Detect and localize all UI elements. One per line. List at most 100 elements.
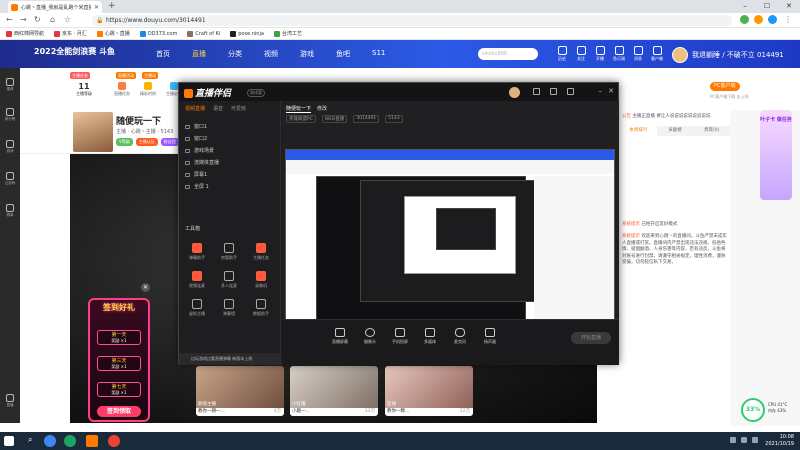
taskbar-clock[interactable]: 10:08 2021/10/19 <box>765 434 794 448</box>
bookmark-item[interactable]: 心跳丶直播 <box>96 30 130 37</box>
search-icon[interactable]: ⌕ <box>28 435 32 445</box>
tool-data[interactable]: 数据助手 <box>247 299 275 317</box>
tab-contribution[interactable]: 贡献榜 <box>656 126 694 136</box>
companion-taskbar-icon[interactable] <box>86 435 98 447</box>
scene-item[interactable]: 窗口2 <box>185 135 207 142</box>
bookmark-item[interactable]: DD373.com <box>139 30 177 37</box>
minimize-icon[interactable]: – <box>599 87 603 95</box>
bookmark-item[interactable]: Craft of Ki <box>187 30 220 37</box>
share-icon[interactable] <box>533 88 540 95</box>
home-icon[interactable]: ⌂ <box>50 15 55 24</box>
tool-task[interactable]: 主播任务 <box>247 243 275 261</box>
username[interactable]: 我退躺睡 / 不破不立 014491 <box>692 50 784 60</box>
mail-icon[interactable] <box>567 88 574 95</box>
camera-button[interactable]: 摄像头 <box>356 328 384 345</box>
recommended-stream[interactable]: 在线 教你一颗... 22万 <box>385 366 473 416</box>
settings-icon[interactable] <box>550 88 557 95</box>
ime-icon[interactable] <box>752 437 758 443</box>
follow-button[interactable]: 关注 <box>574 46 588 62</box>
media-button[interactable]: 多媒体 <box>416 328 444 345</box>
tab-video-live[interactable]: 视频直播 <box>185 105 205 112</box>
speed-boost-indicator[interactable]: 33% <box>741 398 765 422</box>
nav-games[interactable]: 游戏 <box>300 49 314 59</box>
close-icon[interactable]: ✕ <box>608 87 614 95</box>
tool-vtuber[interactable]: 虚拟主播 <box>183 299 211 317</box>
pc-client-button[interactable]: PC客户端 <box>710 82 740 91</box>
close-tab-icon[interactable]: ✕ <box>94 4 99 11</box>
address-bar[interactable]: 🔒 https://www.douyu.com/3014491 <box>92 15 732 26</box>
client-button[interactable]: 客户端 <box>650 46 664 62</box>
phone-cast-button[interactable]: 手机投屏 <box>386 328 414 345</box>
pc-client-download[interactable]: PC客户端下载 去上线 <box>710 94 748 100</box>
edit-room-button[interactable]: 修改 <box>317 105 327 113</box>
profile-icon[interactable] <box>768 15 777 24</box>
sidebar-item-games[interactable]: 游戏 <box>0 140 20 154</box>
live-task-button[interactable]: 直播任务 <box>112 82 132 97</box>
menu-icon[interactable]: ⋮ <box>784 15 792 24</box>
highlight-button[interactable]: 精彩时刻 <box>138 82 158 97</box>
tool-danmu-wall[interactable]: 弹幕墙 <box>215 299 243 317</box>
subscribe-button[interactable]: 鱼订阅 <box>612 46 626 62</box>
start-icon[interactable] <box>4 436 14 446</box>
extension-icon[interactable] <box>754 15 763 24</box>
recommended-stream[interactable]: 小红帽 小趣一... 33万 <box>290 366 378 416</box>
scene-item[interactable]: 流媒体直播 <box>185 159 219 166</box>
signin-claim-button[interactable]: 签到领取 <box>97 406 141 417</box>
room-tag[interactable]: 直播活动 <box>116 72 136 79</box>
promo-banner[interactable]: 叶子卡 做任务 <box>760 110 792 200</box>
nav-video[interactable]: 视频 <box>264 49 278 59</box>
go-live-button[interactable]: 开始直播 <box>571 332 611 344</box>
nav-category[interactable]: 分类 <box>228 49 242 59</box>
scene-item[interactable]: 全屏 1 <box>185 183 209 190</box>
sidebar-item-cloud[interactable]: 云游戏 <box>0 172 20 186</box>
history-button[interactable]: 历史 <box>555 46 569 62</box>
browser-tab[interactable]: 心跳丶直播_我就是乱跑个米直播 ✕ <box>8 1 102 13</box>
close-window-icon[interactable]: ✕ <box>778 0 800 13</box>
bookmark-item[interactable]: 台湾工艺 <box>273 30 302 37</box>
microphone-button[interactable]: 麦克风 <box>446 328 474 345</box>
sidebar-item-recommend[interactable]: 推荐 <box>0 78 20 92</box>
back-icon[interactable]: ← <box>6 15 13 24</box>
site-search-input[interactable]: sikoko888 <box>478 48 538 60</box>
tool-recorder[interactable]: 录像机 <box>247 271 275 289</box>
bookmark-item[interactable]: 京东 · 月汇 <box>54 30 87 37</box>
tool-danmu[interactable]: 弹幕助手 <box>183 243 211 261</box>
minimize-icon[interactable]: – <box>734 0 756 13</box>
browser-taskbar-icon[interactable] <box>108 435 120 447</box>
chrome-icon[interactable] <box>44 435 56 447</box>
room-title-tab[interactable]: 随便玩一下 <box>286 105 312 113</box>
start-live-button[interactable]: 开播 <box>593 46 607 62</box>
bookmark-item[interactable]: 西红柿网导航 <box>6 30 44 37</box>
nav-live[interactable]: 直播 <box>192 49 206 59</box>
nav-yuba[interactable]: 鱼吧 <box>336 49 350 59</box>
tool-video-link[interactable]: 视频连麦 <box>183 271 211 289</box>
recommended-stream[interactable]: 颜值主播 教你一朝一... 4万 <box>196 366 284 416</box>
tool-admin[interactable]: 房管助手 <box>215 243 243 261</box>
extension-icon[interactable] <box>740 15 749 24</box>
site-logo[interactable]: 2022全能剑浪赛 斗鱼 <box>34 46 115 57</box>
tab-cute-room[interactable]: 可爱房 <box>231 105 246 112</box>
tab-weekly-rank[interactable]: 本周排行 <box>620 126 657 136</box>
maximize-icon[interactable]: ☐ <box>756 0 778 13</box>
user-avatar[interactable] <box>672 47 688 63</box>
nav-s11[interactable]: S11 <box>372 49 385 59</box>
sidebar-item-rank[interactable]: 排行榜 <box>0 108 20 122</box>
screen-capture-button[interactable]: 直播屏幕 <box>326 328 354 345</box>
sidebar-item-live[interactable]: 直播 <box>0 394 20 408</box>
tab-voice[interactable]: 语音 <box>213 105 223 112</box>
bookmark-item[interactable]: pose.ninja <box>230 30 264 37</box>
streamer-avatar[interactable] <box>73 112 113 152</box>
companion-avatar[interactable] <box>509 87 520 98</box>
stream-preview[interactable] <box>285 149 615 339</box>
speaker-button[interactable]: 扬声器 <box>476 328 504 345</box>
room-tag[interactable]: 主播动 <box>142 72 158 79</box>
companion-notice[interactable]: 边玩游戏边看直播弹幕 新版本上线 <box>179 353 281 365</box>
forward-icon[interactable]: → <box>20 15 27 24</box>
close-icon[interactable]: ✕ <box>141 283 150 292</box>
room-tag[interactable]: 主播任务 <box>70 72 90 79</box>
tool-multi-link[interactable]: 多人连麦 <box>215 271 243 289</box>
scene-item[interactable]: 屏幕1 <box>185 171 207 178</box>
bookmark-icon[interactable]: ☆ <box>64 15 71 24</box>
tab-vip[interactable]: 贵宾(0) <box>693 126 731 136</box>
new-tab-button[interactable]: + <box>108 1 116 11</box>
